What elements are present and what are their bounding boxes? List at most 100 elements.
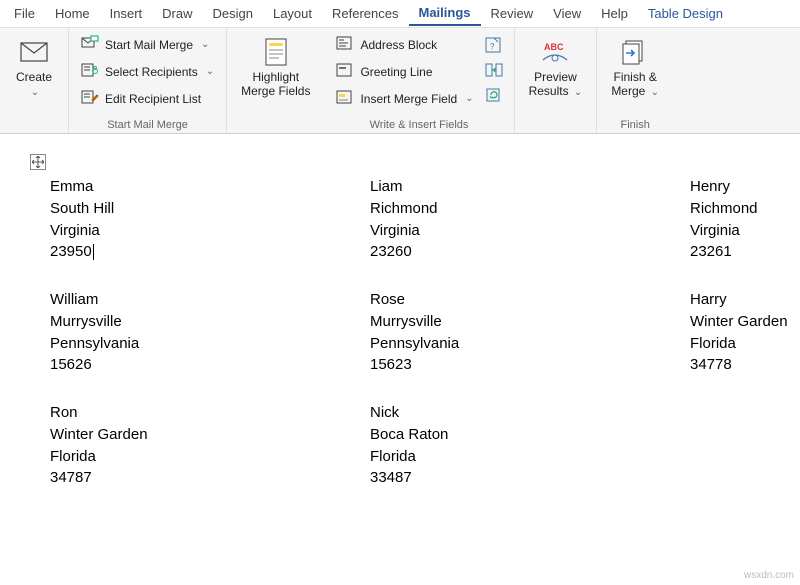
chevron-down-icon: ⌄ bbox=[31, 87, 39, 98]
label-cell[interactable]: Nick Boca Raton Florida 33487 bbox=[330, 400, 650, 513]
document-page: Emma South Hill Virginia 23950 Liam Rich… bbox=[10, 174, 800, 513]
highlight-fields-icon bbox=[260, 36, 292, 68]
text-cursor bbox=[92, 243, 94, 260]
menu-file[interactable]: File bbox=[4, 2, 45, 25]
label-zip: 23261 bbox=[690, 241, 800, 263]
ribbon-group-preview: ABC PreviewResults ⌄ bbox=[515, 28, 598, 133]
label-zip: 34778 bbox=[690, 354, 800, 376]
label-name: William bbox=[50, 289, 330, 311]
label-zip: 15626 bbox=[50, 354, 330, 376]
document-area[interactable]: Emma South Hill Virginia 23950 Liam Rich… bbox=[0, 134, 800, 585]
preview-label-1: Preview bbox=[534, 70, 577, 84]
menu-home[interactable]: Home bbox=[45, 2, 100, 25]
menu-view[interactable]: View bbox=[543, 2, 591, 25]
menu-mailings[interactable]: Mailings bbox=[409, 1, 481, 26]
address-block-label: Address Block bbox=[360, 38, 437, 52]
label-cell[interactable]: Harry Winter Garden Florida 34778 bbox=[650, 287, 800, 400]
insert-merge-field-button[interactable]: Insert Merge Field ⌄ bbox=[330, 86, 479, 111]
edit-list-icon bbox=[81, 89, 99, 108]
label-name: Rose bbox=[370, 289, 650, 311]
rules-icon[interactable]: ? bbox=[484, 36, 504, 57]
label-name: Ron bbox=[50, 402, 330, 424]
ribbon-group-write-insert: Address Block Greeting Line Insert Merge… bbox=[324, 28, 514, 133]
chevron-down-icon: ⌄ bbox=[465, 93, 473, 104]
label-state: Florida bbox=[370, 446, 650, 468]
address-block-button[interactable]: Address Block bbox=[330, 32, 479, 57]
label-city: South Hill bbox=[50, 198, 330, 220]
start-mail-merge-label: Start Mail Merge bbox=[105, 38, 193, 52]
labels-table: Emma South Hill Virginia 23950 Liam Rich… bbox=[10, 174, 800, 513]
label-zip: 33487 bbox=[370, 467, 650, 489]
group-label-start-mail-merge: Start Mail Merge bbox=[75, 117, 220, 131]
label-city: Winter Garden bbox=[50, 424, 330, 446]
preview-results-button[interactable]: ABC PreviewResults ⌄ bbox=[521, 32, 591, 103]
label-cell[interactable]: Emma South Hill Virginia 23950 bbox=[10, 174, 330, 287]
label-state: Pennsylvania bbox=[50, 333, 330, 355]
label-name: Harry bbox=[690, 289, 800, 311]
label-state: Florida bbox=[690, 333, 800, 355]
mail-merge-icon bbox=[81, 35, 99, 54]
ribbon: Create ⌄ Start Mail Merge ⌄ Select Recipi… bbox=[0, 28, 800, 134]
highlight-label-2: Merge Fields bbox=[241, 84, 310, 98]
start-mail-merge-button[interactable]: Start Mail Merge ⌄ bbox=[75, 32, 220, 57]
menu-insert[interactable]: Insert bbox=[100, 2, 153, 25]
ribbon-group-finish: Finish &Merge ⌄ Finish bbox=[597, 28, 673, 133]
label-cell[interactable]: Liam Richmond Virginia 23260 bbox=[330, 174, 650, 287]
label-zip: 15623 bbox=[370, 354, 650, 376]
chevron-down-icon: ⌄ bbox=[651, 87, 659, 98]
label-cell[interactable]: Rose Murrysville Pennsylvania 15623 bbox=[330, 287, 650, 400]
address-block-icon bbox=[336, 35, 354, 54]
greeting-line-button[interactable]: Greeting Line bbox=[330, 59, 479, 84]
group-label-create bbox=[6, 129, 62, 131]
finish-merge-button[interactable]: Finish &Merge ⌄ bbox=[603, 32, 667, 103]
update-labels-icon[interactable] bbox=[484, 86, 504, 107]
move-icon bbox=[32, 156, 44, 168]
label-state: Pennsylvania bbox=[370, 333, 650, 355]
label-state: Virginia bbox=[370, 220, 650, 242]
create-button[interactable]: Create ⌄ bbox=[6, 32, 62, 103]
edit-recipient-list-button[interactable]: Edit Recipient List bbox=[75, 86, 220, 111]
label-cell[interactable] bbox=[650, 400, 800, 513]
highlight-merge-fields-button[interactable]: HighlightMerge Fields bbox=[233, 32, 318, 103]
menu-layout[interactable]: Layout bbox=[263, 2, 322, 25]
chevron-down-icon: ⌄ bbox=[201, 39, 209, 50]
recipients-icon bbox=[81, 62, 99, 81]
table-move-handle[interactable] bbox=[30, 154, 46, 170]
menu-draw[interactable]: Draw bbox=[152, 2, 202, 25]
menu-bar: File Home Insert Draw Design Layout Refe… bbox=[0, 0, 800, 28]
insert-merge-field-icon bbox=[336, 89, 354, 108]
group-label-finish: Finish bbox=[603, 117, 667, 131]
menu-table-design[interactable]: Table Design bbox=[638, 2, 733, 25]
ribbon-group-start-mail-merge: Start Mail Merge ⌄ Select Recipients ⌄ E… bbox=[69, 28, 227, 133]
menu-help[interactable]: Help bbox=[591, 2, 638, 25]
menu-references[interactable]: References bbox=[322, 2, 408, 25]
label-city: Murrysville bbox=[50, 311, 330, 333]
select-recipients-label: Select Recipients bbox=[105, 65, 198, 79]
envelope-icon bbox=[18, 36, 50, 68]
label-cell[interactable]: Ron Winter Garden Florida 34787 bbox=[10, 400, 330, 513]
select-recipients-button[interactable]: Select Recipients ⌄ bbox=[75, 59, 220, 84]
watermark: wsxdn.com bbox=[744, 570, 794, 581]
preview-label-2: Results bbox=[529, 84, 569, 98]
label-state: Virginia bbox=[50, 220, 330, 242]
insert-merge-field-label: Insert Merge Field bbox=[360, 92, 457, 106]
group-label-write-insert: Write & Insert Fields bbox=[330, 117, 507, 131]
create-label: Create bbox=[16, 70, 52, 84]
menu-design[interactable]: Design bbox=[203, 2, 263, 25]
chevron-down-icon: ⌄ bbox=[206, 66, 214, 77]
menu-review[interactable]: Review bbox=[481, 2, 544, 25]
label-name: Liam bbox=[370, 176, 650, 198]
label-state: Virginia bbox=[690, 220, 800, 242]
label-city: Richmond bbox=[690, 198, 800, 220]
label-cell[interactable]: Henry Richmond Virginia 23261 bbox=[650, 174, 800, 287]
label-name: Henry bbox=[690, 176, 800, 198]
match-fields-icon[interactable] bbox=[484, 61, 504, 82]
svg-text:?: ? bbox=[490, 42, 495, 51]
label-cell[interactable]: William Murrysville Pennsylvania 15626 bbox=[10, 287, 330, 400]
label-city: Winter Garden bbox=[690, 311, 800, 333]
greeting-line-label: Greeting Line bbox=[360, 65, 432, 79]
label-zip: 23260 bbox=[370, 241, 650, 263]
label-city: Boca Raton bbox=[370, 424, 650, 446]
highlight-label-1: Highlight bbox=[252, 70, 299, 84]
finish-label-2: Merge bbox=[611, 84, 645, 98]
